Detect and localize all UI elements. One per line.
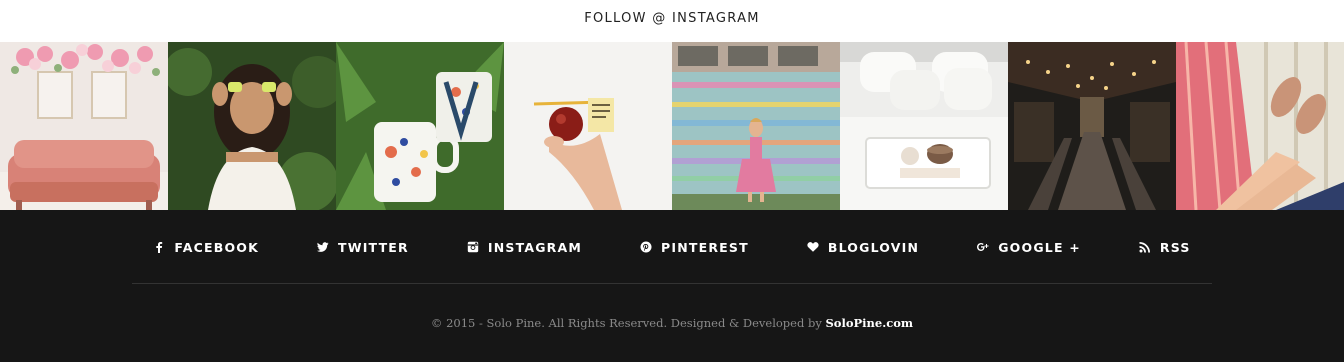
painted-bus-image (672, 42, 840, 210)
pinterest-icon (640, 241, 652, 253)
bloglovin-link[interactable]: BLOGLOVIN (807, 240, 919, 255)
pinterest-label: PINTEREST (661, 239, 749, 255)
pinterest-link[interactable]: PINTEREST (640, 240, 749, 255)
copyright-text: © 2015 - Solo Pine. All Rights Reserved.… (430, 316, 826, 330)
pink-sofa-image (0, 42, 168, 210)
facebook-icon (153, 241, 165, 253)
follow-header: FOLLOW @ INSTAGRAM (0, 0, 1344, 42)
instagram-photo-hand-apple[interactable] (504, 42, 672, 210)
instagram-feed (0, 42, 1344, 210)
woman-flowers-image (168, 42, 336, 210)
instagram-photo-restaurant[interactable] (1008, 42, 1176, 210)
google-plus-icon (977, 241, 989, 253)
twitter-icon (316, 241, 329, 253)
facebook-link[interactable]: FACEBOOK (153, 240, 259, 255)
instagram-photo-painted-bus[interactable] (672, 42, 840, 210)
copyright: © 2015 - Solo Pine. All Rights Reserved.… (0, 316, 1344, 330)
floral-mugs-image (336, 42, 504, 210)
instagram-photo-floral-mugs[interactable] (336, 42, 504, 210)
hand-apple-image (504, 42, 672, 210)
social-links: FACEBOOK TWITTER INSTAGRAM PINTEREST BLO… (0, 210, 1344, 284)
rss-link[interactable]: RSS (1139, 240, 1191, 255)
instagram-photo-woman-flowers[interactable] (168, 42, 336, 210)
solopine-link[interactable]: SoloPine.com (826, 316, 914, 330)
bloglovin-label: BLOGLOVIN (827, 239, 920, 255)
heart-icon (807, 241, 819, 253)
hammock-image (1176, 42, 1344, 210)
bed-tray-image (840, 42, 1008, 210)
google-plus-label: GOOGLE + (998, 239, 1081, 255)
instagram-photo-pink-sofa[interactable] (0, 42, 168, 210)
rss-label: RSS (1159, 239, 1191, 255)
instagram-photo-bed-tray[interactable] (840, 42, 1008, 210)
follow-title: FOLLOW @ INSTAGRAM (584, 10, 760, 26)
restaurant-image (1008, 42, 1176, 210)
instagram-link[interactable]: INSTAGRAM (467, 240, 582, 255)
rss-icon (1139, 241, 1151, 253)
google-plus-link[interactable]: GOOGLE + (977, 240, 1081, 255)
twitter-label: TWITTER (337, 239, 409, 255)
facebook-label: FACEBOOK (174, 239, 259, 255)
instagram-photo-hammock[interactable] (1176, 42, 1344, 210)
instagram-icon (467, 241, 479, 253)
footer-divider (132, 283, 1212, 284)
instagram-label: INSTAGRAM (487, 239, 583, 255)
twitter-link[interactable]: TWITTER (316, 239, 409, 255)
site-footer: FACEBOOK TWITTER INSTAGRAM PINTEREST BLO… (0, 210, 1344, 362)
